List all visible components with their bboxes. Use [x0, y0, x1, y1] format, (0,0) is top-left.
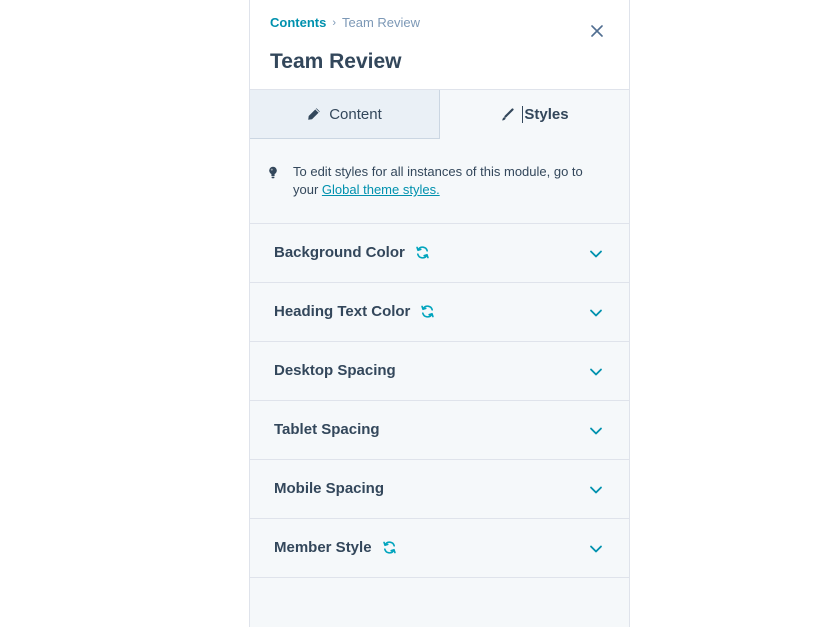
pencil-icon — [308, 108, 321, 120]
chevron-down-icon[interactable] — [588, 482, 604, 498]
section-label: Member Style — [274, 539, 372, 556]
tab-styles[interactable]: Styles — [440, 90, 629, 139]
breadcrumb: Contents › Team Review — [270, 15, 420, 30]
accordion-section[interactable]: Desktop Spacing — [250, 342, 629, 401]
tab-bar: Content Styles — [250, 90, 629, 139]
tab-styles-label: Styles — [524, 105, 569, 123]
accordion-section[interactable]: Background Color — [250, 224, 629, 283]
notice-text: To edit styles for all instances of this… — [293, 163, 603, 199]
close-button[interactable] — [586, 20, 608, 42]
chevron-down-icon[interactable] — [588, 423, 604, 439]
page-title: Team Review — [270, 50, 402, 73]
chevron-down-icon[interactable] — [588, 364, 604, 380]
tab-content-label: Content — [329, 105, 382, 123]
section-header: Mobile Spacing — [274, 480, 384, 497]
section-label: Tablet Spacing — [274, 421, 380, 438]
close-icon — [591, 25, 603, 37]
section-label: Mobile Spacing — [274, 480, 385, 497]
sync-icon — [382, 540, 398, 556]
breadcrumb-current: Team Review — [342, 15, 421, 30]
section-header: Desktop Spacing — [274, 362, 396, 379]
sync-icon — [420, 304, 436, 320]
brush-icon — [502, 107, 514, 120]
chevron-down-icon[interactable] — [588, 305, 604, 321]
section-header: Heading Text Color — [274, 303, 436, 320]
section-header: Tablet Spacing — [274, 421, 380, 438]
breadcrumb-separator: › — [332, 16, 337, 29]
tab-content[interactable]: Content — [250, 90, 440, 139]
chevron-down-icon[interactable] — [588, 246, 604, 262]
breadcrumb-contents-link[interactable]: Contents — [270, 15, 326, 30]
sync-icon — [415, 245, 431, 261]
section-label: Background Color — [274, 244, 405, 261]
panel-header: Contents › Team Review Team Review — [250, 0, 629, 90]
global-theme-styles-link[interactable]: Global theme styles. — [322, 182, 440, 197]
accordion-section[interactable]: Heading Text Color — [250, 283, 629, 342]
chevron-down-icon[interactable] — [588, 541, 604, 557]
accordion-section[interactable]: Member Style — [250, 519, 629, 578]
section-label: Desktop Spacing — [274, 362, 396, 379]
accordion-section[interactable]: Tablet Spacing — [250, 401, 629, 460]
accordion-section[interactable]: Mobile Spacing — [250, 460, 629, 519]
module-editor-panel: Contents › Team Review Team Review Conte… — [249, 0, 630, 627]
section-header: Member Style — [274, 539, 398, 556]
lightbulb-icon — [269, 166, 277, 179]
section-label: Heading Text Color — [274, 303, 411, 320]
section-header: Background Color — [274, 244, 431, 261]
global-styles-notice: To edit styles for all instances of this… — [250, 139, 629, 224]
